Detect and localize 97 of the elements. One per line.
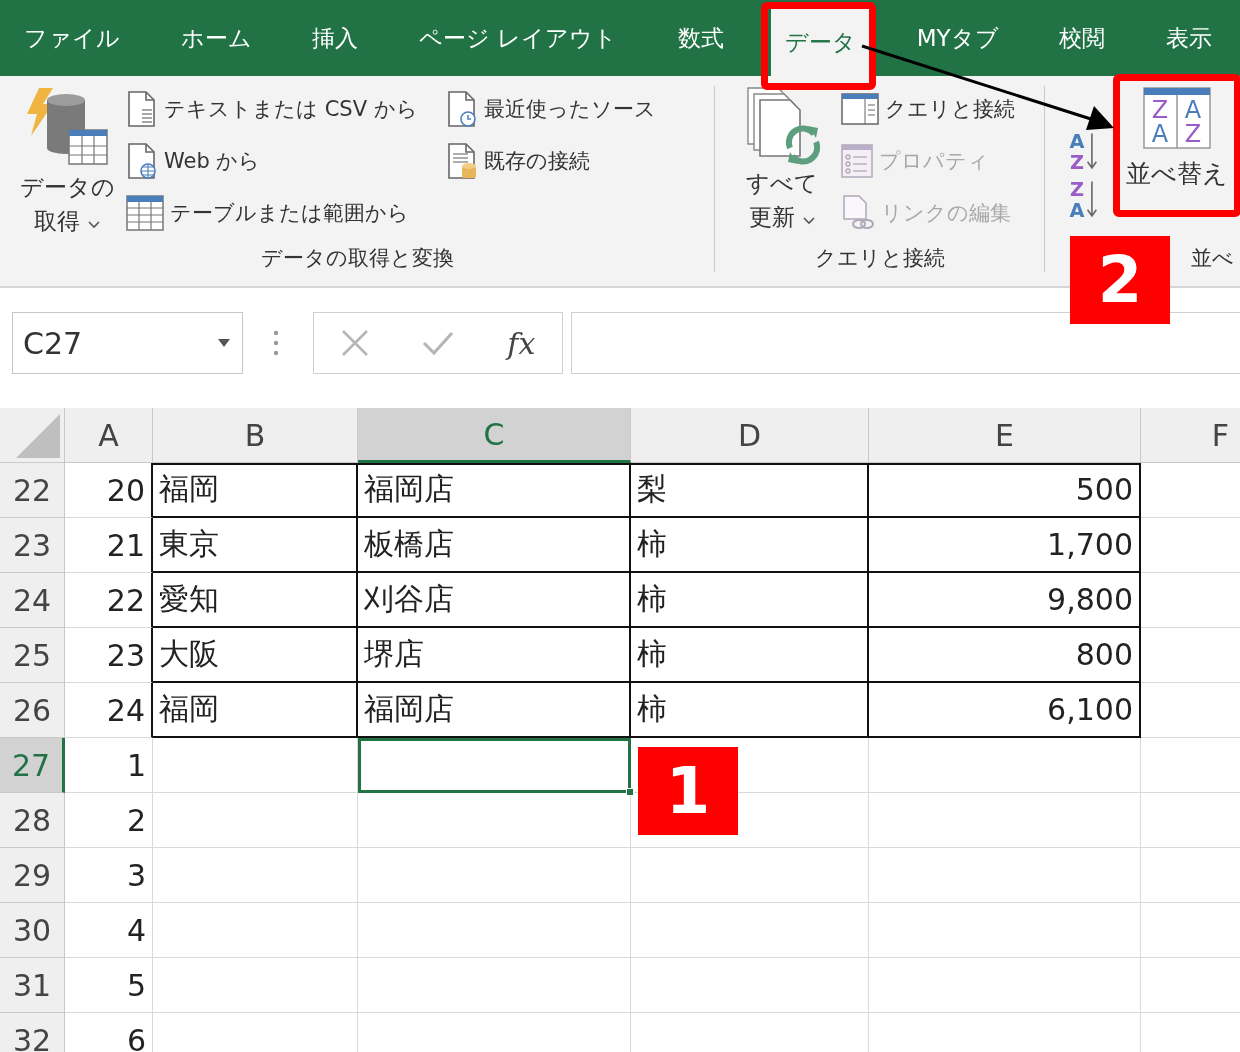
ribbon-command[interactable]: クエリと接続 bbox=[841, 86, 1015, 132]
panel-icon bbox=[841, 93, 879, 125]
table-cell: 6,100 bbox=[869, 683, 1141, 738]
ribbon-command[interactable]: 既存の接続 bbox=[445, 138, 656, 184]
row-header[interactable]: 25 bbox=[0, 628, 65, 683]
table-cell: 東京 bbox=[153, 518, 358, 573]
table-cell: 柿 bbox=[631, 518, 869, 573]
fill-handle[interactable] bbox=[626, 788, 634, 796]
column-header[interactable]: A bbox=[65, 408, 153, 463]
table-cell: 福岡店 bbox=[358, 683, 631, 738]
table-cell: 1 bbox=[65, 738, 153, 793]
column-header[interactable]: F bbox=[1141, 408, 1240, 463]
row-header[interactable]: 26 bbox=[0, 683, 65, 738]
clock-file-icon bbox=[445, 90, 478, 128]
column-header[interactable]: C bbox=[358, 408, 631, 463]
refresh-all-button[interactable]: すべて 更新 bbox=[737, 86, 827, 234]
row-header[interactable]: 32 bbox=[0, 1013, 65, 1052]
group-label: データの取得と変換 bbox=[259, 245, 455, 272]
insert-function-button[interactable]: fx bbox=[507, 325, 536, 361]
row-header[interactable]: 22 bbox=[0, 463, 65, 518]
sort-button[interactable]: Z A A Z 並べ替え bbox=[1120, 81, 1234, 210]
table-cell: 柿 bbox=[631, 628, 869, 683]
link-file-icon bbox=[841, 194, 875, 232]
more-icon bbox=[273, 330, 279, 356]
text-file-icon bbox=[126, 90, 158, 128]
dropdown-icon bbox=[218, 339, 230, 347]
table-cell: 800 bbox=[869, 628, 1141, 683]
formula-input[interactable] bbox=[571, 312, 1240, 374]
get-data-button[interactable]: データの 取得 bbox=[20, 86, 114, 238]
caret-icon bbox=[802, 217, 815, 225]
select-all-icon bbox=[16, 414, 60, 458]
table-cell: 福岡 bbox=[153, 683, 358, 738]
row-header[interactable]: 31 bbox=[0, 958, 65, 1013]
refresh-label: すべて bbox=[746, 169, 818, 198]
row-header[interactable]: 27 bbox=[0, 738, 65, 793]
ribbon-tab[interactable]: 校閲 bbox=[1045, 0, 1120, 76]
table-cell: 堺店 bbox=[358, 628, 631, 683]
selected-cell[interactable] bbox=[358, 738, 631, 793]
ribbon-tab[interactable]: 表示 bbox=[1151, 0, 1226, 76]
ribbon-command[interactable]: Web から bbox=[126, 138, 418, 184]
group-label: 並べ bbox=[1190, 245, 1235, 272]
get-data-label: データの bbox=[19, 173, 115, 202]
column-header[interactable]: E bbox=[869, 408, 1141, 463]
ribbon-tab[interactable]: データ bbox=[770, 8, 870, 76]
ribbon-command[interactable]: テーブルまたは範囲から bbox=[126, 190, 418, 236]
table-cell: 愛知 bbox=[153, 573, 358, 628]
row-header[interactable]: 30 bbox=[0, 903, 65, 958]
table-cell: 福岡店 bbox=[358, 463, 631, 518]
row-header[interactable]: 28 bbox=[0, 793, 65, 848]
ribbon-tab[interactable]: MYタブ bbox=[902, 0, 1013, 76]
row-header[interactable]: 23 bbox=[0, 518, 65, 573]
row-header[interactable]: 24 bbox=[0, 573, 65, 628]
table-cell: 福岡 bbox=[153, 463, 358, 518]
table-cell: 3 bbox=[65, 848, 153, 903]
table-cell: 23 bbox=[65, 628, 153, 683]
cancel-icon[interactable] bbox=[340, 329, 369, 357]
group-label: クエリと接続 bbox=[813, 245, 946, 272]
table-cell: 9,800 bbox=[869, 573, 1141, 628]
table-cell: 24 bbox=[65, 683, 153, 738]
table-cell: 柿 bbox=[631, 683, 869, 738]
table-cell: 大阪 bbox=[153, 628, 358, 683]
table-icon bbox=[126, 195, 164, 231]
ribbon-tab[interactable]: ホーム bbox=[166, 0, 266, 76]
table-cell: 5 bbox=[65, 958, 153, 1013]
step-badge: 1 bbox=[638, 747, 738, 835]
ribbon-tab[interactable]: 数式 bbox=[664, 0, 739, 76]
check-icon[interactable] bbox=[421, 330, 454, 356]
table-cell: 500 bbox=[869, 463, 1141, 518]
table-cell: 梨 bbox=[631, 463, 869, 518]
ribbon-command[interactable]: 最近使ったソース bbox=[445, 86, 656, 132]
get-data-label: 取得 bbox=[34, 204, 100, 238]
step-badge: 2 bbox=[1070, 236, 1170, 324]
caret-icon bbox=[87, 221, 100, 229]
table-cell: 1,700 bbox=[869, 518, 1141, 573]
table-cell: 刈谷店 bbox=[358, 573, 631, 628]
ribbon-tab[interactable]: 挿入 bbox=[298, 0, 373, 76]
refresh-icon bbox=[744, 86, 820, 166]
table-cell: 板橋店 bbox=[358, 518, 631, 573]
table-cell: 柿 bbox=[631, 573, 869, 628]
ribbon-command[interactable]: テキストまたは CSV から bbox=[126, 86, 418, 132]
table-cell: 2 bbox=[65, 793, 153, 848]
table-cell: 20 bbox=[65, 463, 153, 518]
ribbon-tab[interactable]: ファイル bbox=[10, 0, 134, 76]
properties-icon bbox=[841, 144, 873, 178]
refresh-label: 更新 bbox=[749, 200, 815, 234]
column-header[interactable]: D bbox=[631, 408, 869, 463]
ribbon-tab[interactable]: ページ レイアウト bbox=[405, 0, 632, 76]
table-cell: 4 bbox=[65, 903, 153, 958]
column-header[interactable]: B bbox=[153, 408, 358, 463]
table-cell: 22 bbox=[65, 573, 153, 628]
database-file-icon bbox=[445, 142, 478, 180]
sort-icon: Z A A Z bbox=[1143, 87, 1211, 149]
table-cell: 6 bbox=[65, 1013, 153, 1052]
row-header[interactable]: 29 bbox=[0, 848, 65, 903]
name-box[interactable]: C27 bbox=[12, 312, 243, 374]
table-cell: 21 bbox=[65, 518, 153, 573]
web-file-icon bbox=[126, 142, 158, 180]
